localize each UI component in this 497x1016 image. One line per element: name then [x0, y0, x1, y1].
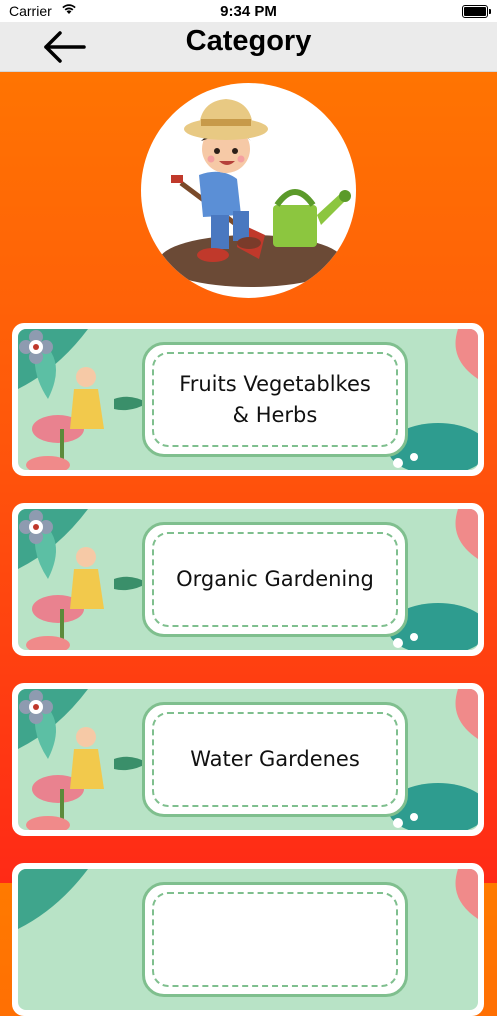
category-label: Water Gardenes	[190, 747, 360, 771]
gardener-illustration	[141, 83, 356, 298]
category-label-box: Fruits Vegetablkes & Herbs	[142, 342, 408, 457]
category-label-box: Water Gardenes	[142, 702, 408, 817]
status-bar: Carrier 9:34 PM	[0, 0, 497, 22]
clock: 9:34 PM	[220, 3, 277, 20]
flower-icon	[19, 690, 53, 724]
category-card-organic-gardening[interactable]: Organic Gardening	[12, 503, 484, 656]
category-card-fruits-vegetables-herbs[interactable]: Fruits Vegetablkes & Herbs	[12, 323, 484, 476]
battery-icon	[462, 5, 491, 18]
category-card-water-gardens[interactable]: Water Gardenes	[12, 683, 484, 836]
navigation-bar: Category	[0, 22, 497, 72]
flower-icon	[19, 510, 53, 544]
garden-scene-illustration: Fruits Vegetablkes & Herbs	[18, 329, 478, 470]
category-card-partial[interactable]	[12, 863, 484, 1016]
category-label-box	[142, 882, 408, 997]
garden-scene-illustration: Organic Gardening	[18, 509, 478, 650]
flower-icon	[19, 330, 53, 364]
category-label-box: Organic Gardening	[142, 522, 408, 637]
page-title: Category	[185, 25, 312, 57]
category-label: Fruits Vegetablkes & Herbs	[179, 371, 371, 427]
garden-scene-illustration: Water Gardenes	[18, 689, 478, 830]
garden-scene-illustration	[18, 869, 478, 1010]
category-label: Organic Gardening	[176, 567, 374, 591]
